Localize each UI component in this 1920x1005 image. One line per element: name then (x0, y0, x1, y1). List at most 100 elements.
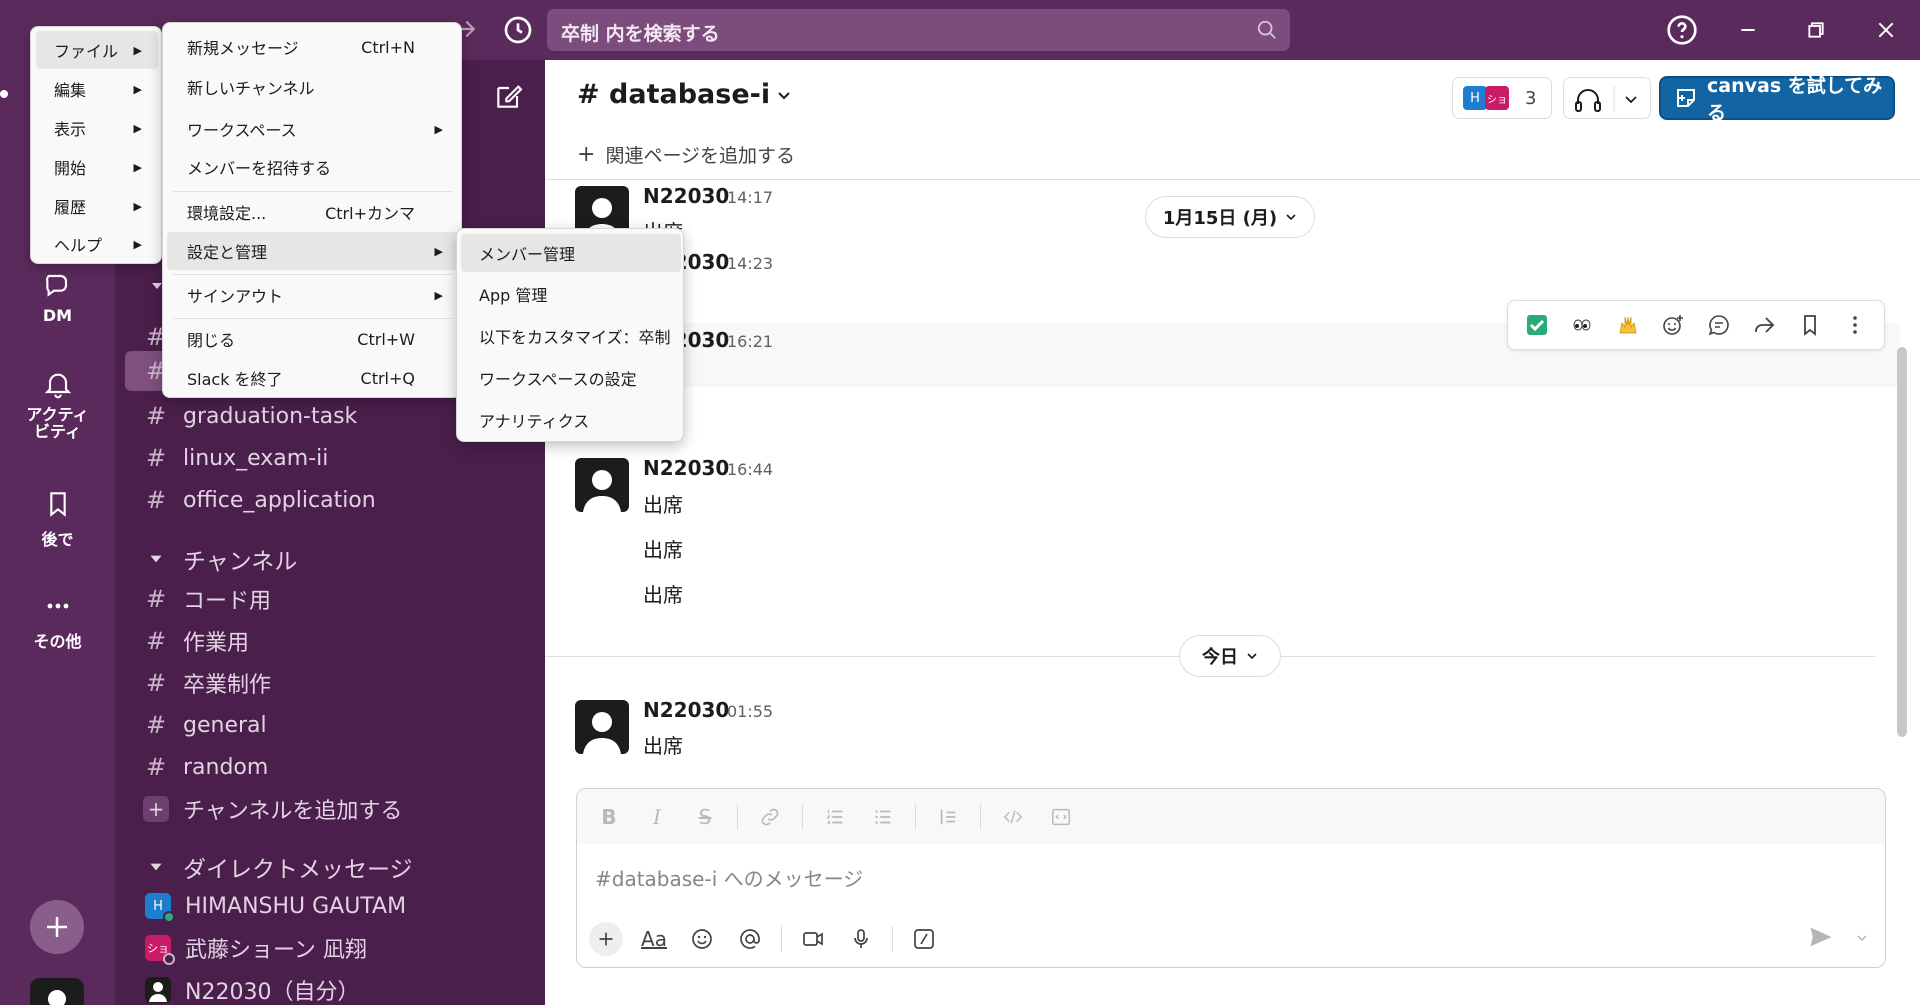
bold-icon[interactable]: B (593, 801, 625, 833)
author-avatar[interactable] (575, 700, 629, 754)
rail-dm[interactable]: DM (0, 268, 115, 325)
add-reaction-icon[interactable] (1657, 309, 1689, 341)
more-actions-icon[interactable] (1839, 309, 1871, 341)
try-canvas-button[interactable]: canvas を試してみる (1659, 75, 1895, 124)
today-divider-pill[interactable]: 今日 (1179, 635, 1281, 677)
avatar-initial: H (153, 898, 163, 914)
menu-item-customize-workspace[interactable]: 以下をカスタマイズ：卒制 (461, 317, 681, 355)
message-input[interactable]: #database-i へのメッセージ (595, 863, 863, 892)
timestamp[interactable]: 01:55 (727, 702, 773, 721)
checkmark-reaction-icon[interactable] (1521, 309, 1553, 341)
menu-item-workspace[interactable]: ワークスペース ▶ (167, 110, 459, 148)
menu-item-quit[interactable]: Slack を終了 Ctrl+Q (167, 359, 459, 397)
message-scrollbar[interactable] (1897, 347, 1907, 737)
menu-item-history[interactable]: 履歴 ▶ (36, 187, 158, 225)
sidebar-channel-random[interactable]: # random (125, 747, 535, 787)
add-bookmark-button[interactable]: + 関連ページを追加する (545, 130, 1920, 180)
hash-icon: # (145, 402, 167, 430)
italic-icon[interactable]: I (641, 801, 673, 833)
strikethrough-icon[interactable]: S (689, 801, 721, 833)
sidebar-channel-graduation[interactable]: # 卒業制作 (125, 663, 535, 703)
sidebar-channel-linux-exam-ii[interactable]: # linux_exam-ii (125, 438, 535, 478)
menu-item-edit[interactable]: 編集 ▶ (36, 70, 158, 108)
help-icon[interactable] (1666, 14, 1698, 46)
link-icon[interactable] (754, 801, 786, 833)
code-icon[interactable] (997, 801, 1029, 833)
ordered-list-icon[interactable] (819, 801, 851, 833)
menu-item-close[interactable]: 閉じる Ctrl+W (167, 320, 459, 358)
author-name[interactable]: N22030 (643, 456, 729, 480)
menu-item-go[interactable]: 開始 ▶ (36, 148, 158, 186)
dm-himanshu[interactable]: H HIMANSHU GAUTAM (125, 886, 535, 926)
rail-more[interactable]: その他 (0, 590, 115, 652)
user-avatar[interactable] (30, 978, 84, 1005)
timestamp[interactable]: 16:21 (727, 332, 773, 351)
menu-item-new-channel[interactable]: 新しいチャンネル (167, 68, 459, 106)
sidebar-channel-office-application[interactable]: # office_application (125, 480, 535, 520)
timestamp[interactable]: 14:17 (727, 188, 773, 207)
menu-item-preferences[interactable]: 環境設定... Ctrl+カンマ (167, 193, 459, 231)
sidebar-channel-code[interactable]: # コード用 (125, 579, 535, 619)
history-clock-icon[interactable] (502, 14, 534, 46)
channel-name: linux_exam-ii (183, 445, 329, 471)
add-button[interactable] (30, 900, 84, 954)
code-block-icon[interactable] (1045, 801, 1077, 833)
mention-icon[interactable] (733, 922, 767, 956)
dm-self[interactable]: N22030（自分） (125, 970, 535, 1005)
members-button[interactable]: H ショ 3 (1452, 77, 1552, 119)
raised-hands-reaction-icon[interactable] (1612, 309, 1644, 341)
save-bookmark-icon[interactable] (1794, 309, 1826, 341)
restore-icon[interactable] (1800, 14, 1832, 46)
add-channel-button[interactable]: + チャンネルを追加する (125, 789, 535, 829)
sidebar-channel-work[interactable]: # 作業用 (125, 621, 535, 661)
menu-item-new-message[interactable]: 新規メッセージ Ctrl+N (167, 28, 459, 66)
chevron-down-icon (776, 87, 792, 103)
slash-command-icon[interactable] (907, 922, 941, 956)
forward-icon[interactable] (1748, 309, 1780, 341)
menu-item-app-management[interactable]: App 管理 (461, 275, 681, 313)
toolbar-divider (892, 926, 893, 952)
attach-plus-icon[interactable] (589, 922, 623, 956)
menu-item-sign-out[interactable]: サインアウト ▶ (167, 276, 459, 314)
menu-item-help[interactable]: ヘルプ ▶ (36, 225, 158, 263)
text-format-icon[interactable]: Aa (637, 922, 671, 956)
emoji-icon[interactable] (685, 922, 719, 956)
close-window-icon[interactable] (1870, 14, 1902, 46)
menu-item-invite[interactable]: メンバーを招待する (167, 148, 459, 186)
menu-item-workspace-settings[interactable]: ワークスペースの設定 (461, 359, 681, 397)
member-avatar: H (1463, 86, 1487, 110)
chevron-down-icon[interactable] (1855, 931, 1869, 945)
sidebar-channel-general[interactable]: # general (125, 705, 535, 745)
menu-item-member-management[interactable]: メンバー管理 (461, 234, 681, 272)
menu-item-view[interactable]: 表示 ▶ (36, 109, 158, 147)
huddle-button[interactable] (1563, 77, 1651, 119)
author-avatar[interactable] (575, 458, 629, 512)
send-icon[interactable] (1807, 923, 1835, 951)
reply-thread-icon[interactable] (1703, 309, 1735, 341)
rail-activity[interactable]: アクティ ビティ (0, 368, 115, 440)
microphone-icon[interactable] (844, 922, 878, 956)
compose-icon[interactable] (493, 80, 525, 112)
channel-title: # database-i (577, 79, 771, 110)
channels-section-header[interactable]: チャンネル (125, 542, 297, 576)
menu-item-file[interactable]: ファイル ▶ (36, 31, 158, 69)
timestamp[interactable]: 16:44 (727, 460, 773, 479)
rail-later[interactable]: 後で (0, 488, 115, 550)
dm-section-header[interactable]: ダイレクトメッセージ (125, 850, 413, 884)
author-name[interactable]: N22030 (643, 184, 729, 208)
search-input[interactable]: 卒制 内を検索する (547, 9, 1290, 51)
timestamp[interactable]: 14:23 (727, 254, 773, 273)
channel-title-button[interactable]: # database-i (577, 79, 792, 110)
menu-label: Slack を終了 (187, 370, 283, 389)
menu-item-analytics[interactable]: アナリティクス (461, 401, 681, 439)
author-name[interactable]: N22030 (643, 698, 729, 722)
dm-avatar (145, 977, 171, 1003)
video-icon[interactable] (796, 922, 830, 956)
date-divider-pill[interactable]: 1月15日 (月) (1145, 196, 1315, 238)
menu-item-settings-admin[interactable]: 設定と管理 ▶ (167, 232, 459, 270)
minimize-icon[interactable] (1732, 14, 1764, 46)
bulleted-list-icon[interactable] (867, 801, 899, 833)
eyes-reaction-icon[interactable] (1566, 309, 1598, 341)
blockquote-icon[interactable] (932, 801, 964, 833)
dm-muto[interactable]: ショ 武藤ショーン 凪翔 (125, 928, 535, 968)
